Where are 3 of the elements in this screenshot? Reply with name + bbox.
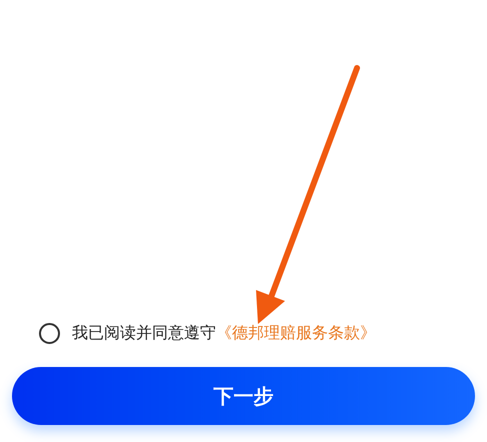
- agreement-checkbox[interactable]: [39, 322, 60, 344]
- agreement-text: 我已阅读并同意遵守: [72, 322, 216, 344]
- next-step-button[interactable]: 下一步: [12, 367, 475, 425]
